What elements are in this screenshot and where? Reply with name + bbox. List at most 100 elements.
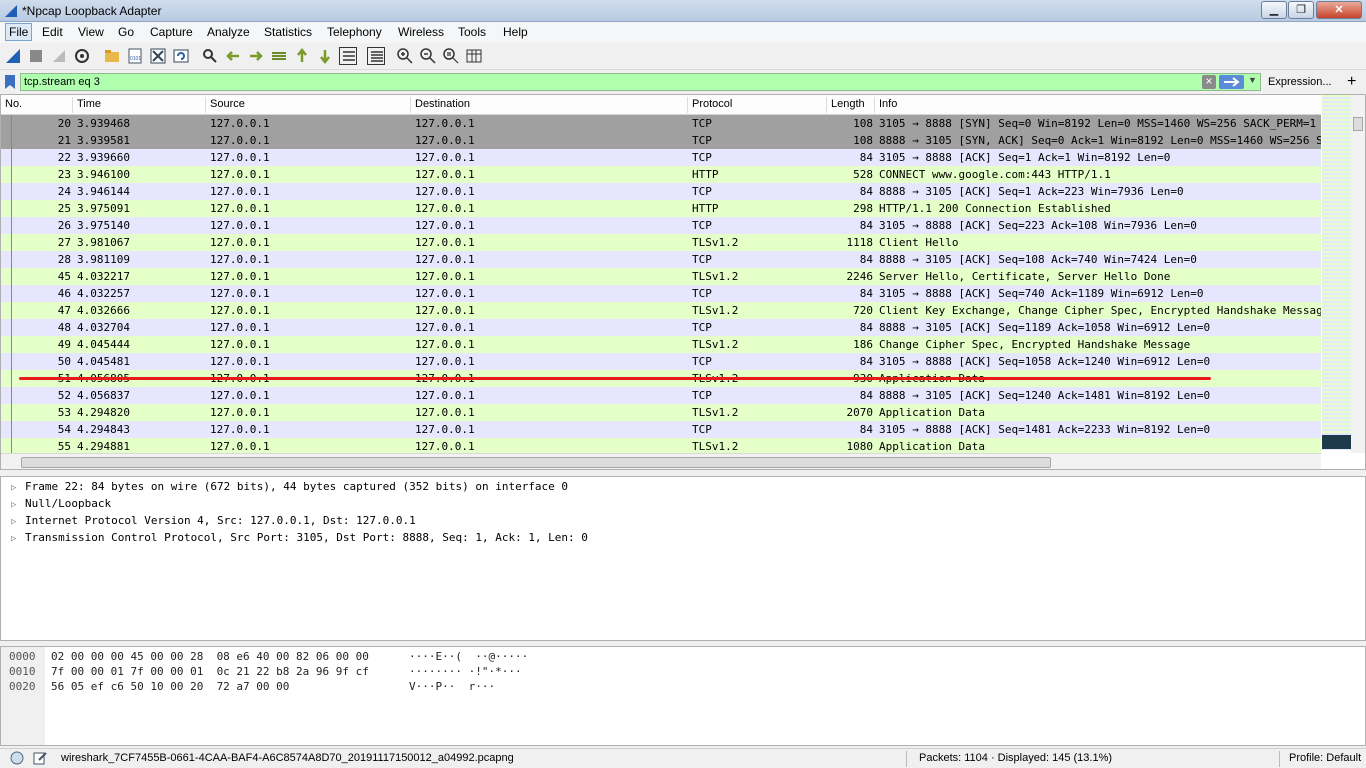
packet-row[interactable]: 53 4.294820 127.0.0.1 127.0.0.1 TLSv1.2 2070 A…	[1, 404, 1321, 421]
go-back-icon[interactable]	[224, 47, 242, 65]
zoom-in-icon[interactable]	[396, 47, 414, 65]
detail-frame[interactable]: ▷ Frame 22: 84 bytes on wire (672 bits), …	[11, 480, 568, 493]
byte-hex[interactable]: 02 00 00 00 45 00 00 28 08 e6 40 00 82 0…	[51, 650, 369, 663]
packet-row[interactable]: 48 4.032704 127.0.0.1 127.0.0.1 TCP 84 8888 → …	[1, 319, 1321, 336]
packet-row[interactable]: 54 4.294843 127.0.0.1 127.0.0.1 TCP 84 3105 → …	[1, 421, 1321, 438]
packet-row[interactable]: 28 3.981109 127.0.0.1 127.0.0.1 TCP 84 8888 → …	[1, 251, 1321, 268]
detail-ipv4[interactable]: ▷ Internet Protocol Version 4, Src: 127.0…	[11, 514, 416, 527]
menu-file[interactable]: File	[5, 23, 33, 41]
expand-icon[interactable]: ▷	[11, 534, 25, 544]
column-no[interactable]: No.	[5, 98, 22, 110]
resize-columns-icon[interactable]	[465, 47, 483, 65]
save-file-icon[interactable]: 0101	[126, 47, 144, 65]
zoom-normal-icon[interactable]	[442, 47, 460, 65]
add-filter-button[interactable]: +	[1347, 73, 1356, 91]
minimize-button[interactable]: ▁	[1261, 1, 1287, 19]
packet-list[interactable]: No. Time Source Destination Protocol Len…	[0, 94, 1366, 470]
packet-minimap[interactable]	[1322, 95, 1351, 450]
menu-analyze[interactable]: Analyze	[207, 25, 250, 39]
display-filter-bar: × ▼ Expression... +	[0, 71, 1366, 93]
packet-row[interactable]: 21 3.939581 127.0.0.1 127.0.0.1 TCP 108 8888 →…	[1, 132, 1321, 149]
column-time[interactable]: Time	[77, 98, 101, 110]
detail-tcp[interactable]: ▷ Transmission Control Protocol, Src Port…	[11, 531, 588, 544]
packet-row[interactable]: 22 3.939660 127.0.0.1 127.0.0.1 TCP 84 3105 → …	[1, 149, 1321, 166]
column-source[interactable]: Source	[210, 98, 245, 110]
related-packet-marker	[11, 285, 12, 302]
menu-wireless[interactable]: Wireless	[398, 25, 444, 39]
cell-len: 84	[859, 287, 873, 300]
go-forward-icon[interactable]	[247, 47, 265, 65]
packet-row[interactable]: 20 3.939468 127.0.0.1 127.0.0.1 TCP 108 3105 →…	[1, 115, 1321, 132]
packet-row[interactable]: 45 4.032217 127.0.0.1 127.0.0.1 TLSv1.2 2246 S…	[1, 268, 1321, 285]
packet-list-hscroll[interactable]	[1, 453, 1321, 469]
apply-filter-icon[interactable]	[1219, 75, 1244, 89]
expert-info-icon[interactable]	[10, 751, 24, 765]
profile-selector[interactable]: Profile: Default	[1289, 752, 1361, 764]
menu-capture[interactable]: Capture	[150, 25, 193, 39]
packet-row[interactable]: 23 3.946100 127.0.0.1 127.0.0.1 HTTP 528 CONNE…	[1, 166, 1321, 183]
menu-tools[interactable]: Tools	[458, 25, 486, 39]
go-to-packet-icon[interactable]	[270, 47, 288, 65]
open-file-icon[interactable]	[103, 47, 121, 65]
expand-icon[interactable]: ▷	[11, 483, 25, 493]
detail-null-loopback[interactable]: ▷ Null/Loopback	[11, 497, 111, 510]
menu-view[interactable]: View	[78, 25, 104, 39]
zoom-out-icon[interactable]	[419, 47, 437, 65]
close-button[interactable]: ✕	[1316, 1, 1362, 19]
packet-row[interactable]: 47 4.032666 127.0.0.1 127.0.0.1 TLSv1.2 720 Cl…	[1, 302, 1321, 319]
packet-row[interactable]: 27 3.981067 127.0.0.1 127.0.0.1 TLSv1.2 1118 C…	[1, 234, 1321, 251]
svg-text:0101: 0101	[130, 56, 141, 62]
maximize-button[interactable]: ❐	[1288, 1, 1314, 19]
packet-bytes[interactable]: 0000 02 00 00 00 45 00 00 28 08 e6 40 00…	[0, 646, 1366, 746]
menu-edit[interactable]: Edit	[42, 25, 63, 39]
go-last-icon[interactable]	[316, 47, 334, 65]
start-capture-icon[interactable]	[4, 47, 22, 65]
colorize-icon[interactable]	[367, 47, 385, 65]
menu-statistics[interactable]: Statistics	[264, 25, 312, 39]
go-first-icon[interactable]	[293, 47, 311, 65]
capture-options-icon[interactable]	[73, 47, 91, 65]
column-length[interactable]: Length	[831, 98, 865, 110]
stop-capture-icon[interactable]	[27, 47, 45, 65]
column-info[interactable]: Info	[879, 98, 897, 110]
cell-no: 26	[57, 219, 71, 232]
menu-help[interactable]: Help	[503, 25, 528, 39]
chevron-down-icon[interactable]: ▼	[1248, 75, 1257, 85]
display-filter-input[interactable]	[20, 73, 1261, 91]
packet-row[interactable]: 24 3.946144 127.0.0.1 127.0.0.1 TCP 84 8888 → …	[1, 183, 1321, 200]
packet-row[interactable]: 46 4.032257 127.0.0.1 127.0.0.1 TCP 84 3105 → …	[1, 285, 1321, 302]
byte-ascii[interactable]: ····E··( ··@·····	[409, 650, 528, 663]
reload-file-icon[interactable]	[172, 47, 190, 65]
packet-list-vscroll[interactable]	[1351, 95, 1365, 453]
autoscroll-icon[interactable]	[339, 47, 357, 65]
expand-icon[interactable]: ▷	[11, 500, 25, 510]
edit-comment-icon[interactable]	[33, 751, 47, 765]
bookmark-icon[interactable]	[3, 74, 17, 90]
packet-row[interactable]: 25 3.975091 127.0.0.1 127.0.0.1 HTTP 298 HTTP/…	[1, 200, 1321, 217]
expression-button[interactable]: Expression...	[1268, 76, 1332, 88]
packet-row[interactable]: 52 4.056837 127.0.0.1 127.0.0.1 TCP 84 8888 → …	[1, 387, 1321, 404]
byte-hex[interactable]: 56 05 ef c6 50 10 00 20 72 a7 00 00	[51, 680, 289, 693]
byte-ascii[interactable]: ········ ·!"·*···	[409, 665, 522, 678]
hscroll-thumb[interactable]	[21, 457, 1051, 468]
cell-len: 720	[853, 304, 873, 317]
restart-capture-icon[interactable]	[50, 47, 68, 65]
cell-time: 3.975140	[77, 219, 130, 232]
find-packet-icon[interactable]	[201, 47, 219, 65]
menu-go[interactable]: Go	[118, 25, 134, 39]
cell-dst: 127.0.0.1	[415, 202, 475, 215]
column-destination[interactable]: Destination	[415, 98, 470, 110]
expand-icon[interactable]: ▷	[11, 517, 25, 527]
byte-hex[interactable]: 7f 00 00 01 7f 00 00 01 0c 21 22 b8 2a 9…	[51, 665, 369, 678]
menu-telephony[interactable]: Telephony	[327, 25, 382, 39]
close-file-icon[interactable]	[149, 47, 167, 65]
packet-details[interactable]: ▷ Frame 22: 84 bytes on wire (672 bits), …	[0, 476, 1366, 641]
column-protocol[interactable]: Protocol	[692, 98, 732, 110]
packet-row[interactable]: 50 4.045481 127.0.0.1 127.0.0.1 TCP 84 3105 → …	[1, 353, 1321, 370]
packet-row[interactable]: 49 4.045444 127.0.0.1 127.0.0.1 TLSv1.2 186 Ch…	[1, 336, 1321, 353]
vscroll-thumb[interactable]	[1353, 117, 1363, 131]
cell-proto: HTTP	[692, 168, 719, 181]
byte-ascii[interactable]: V···P·· r···	[409, 680, 495, 693]
clear-filter-icon[interactable]: ×	[1202, 75, 1216, 89]
packet-row[interactable]: 26 3.975140 127.0.0.1 127.0.0.1 TCP 84 3105 → …	[1, 217, 1321, 234]
